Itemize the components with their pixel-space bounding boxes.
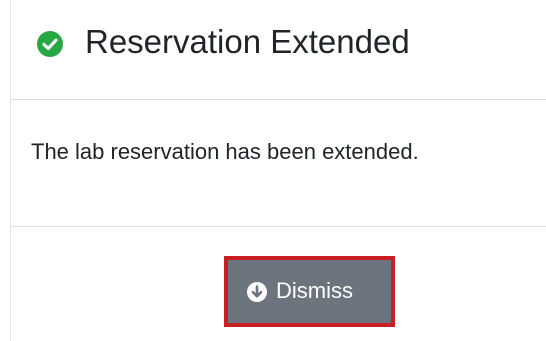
dismiss-button-label: Dismiss <box>276 278 353 303</box>
modal-message: The lab reservation has been extended. <box>31 139 419 164</box>
confirmation-modal: Reservation Extended The lab reservation… <box>10 0 546 341</box>
arrow-circle-down-icon <box>247 282 267 302</box>
page: Reservation Extended The lab reservation… <box>0 0 546 341</box>
modal-header: Reservation Extended <box>11 0 546 100</box>
dismiss-button[interactable]: Dismiss <box>224 256 395 327</box>
modal-body: The lab reservation has been extended. <box>11 100 546 227</box>
check-circle-icon <box>37 31 63 57</box>
modal-title: Reservation Extended <box>85 23 410 60</box>
modal-footer: Dismiss <box>11 227 546 341</box>
